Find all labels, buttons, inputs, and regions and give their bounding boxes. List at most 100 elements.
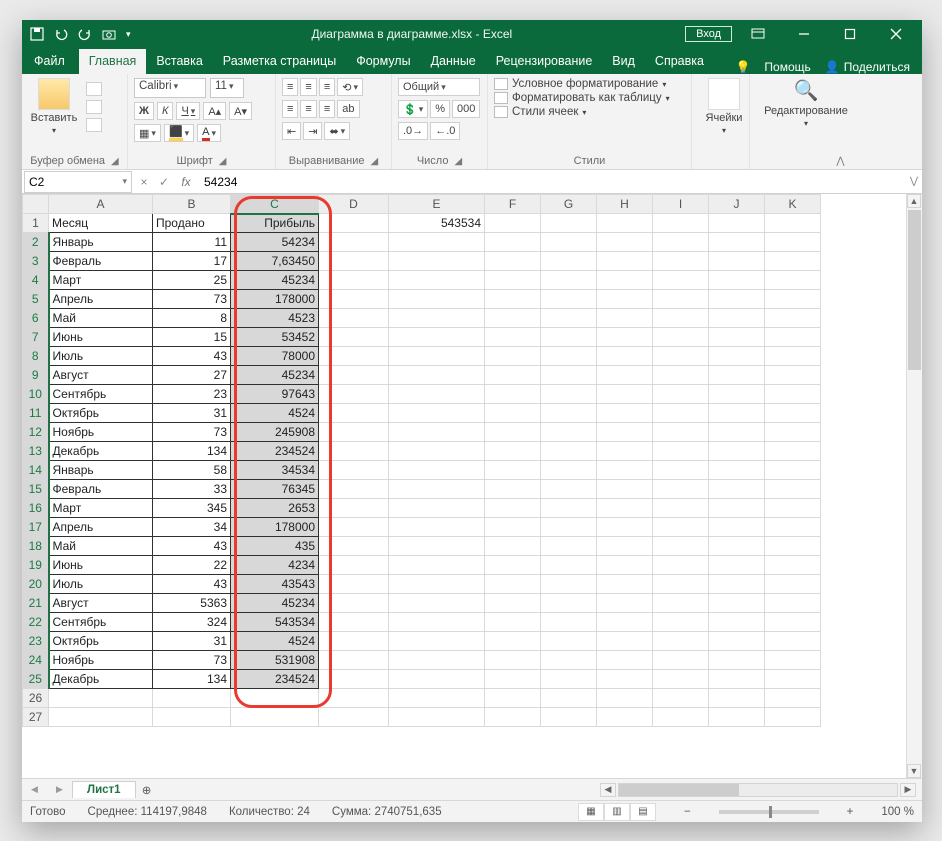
percent-icon[interactable]: % bbox=[430, 100, 450, 118]
vertical-scrollbar[interactable]: ▲ ▼ bbox=[906, 194, 922, 778]
cell[interactable] bbox=[765, 594, 821, 613]
cell[interactable] bbox=[389, 708, 485, 727]
cell[interactable]: 4523 bbox=[231, 309, 319, 328]
cell[interactable] bbox=[653, 708, 709, 727]
cells-button[interactable]: Ячейки ▾ bbox=[698, 78, 750, 135]
cell[interactable] bbox=[709, 594, 765, 613]
add-sheet-icon[interactable]: ⊕ bbox=[136, 783, 158, 797]
copy-icon[interactable] bbox=[86, 100, 102, 114]
cell[interactable] bbox=[597, 385, 653, 404]
cell[interactable] bbox=[319, 271, 389, 290]
ribbon-display-icon[interactable] bbox=[738, 20, 778, 48]
cell[interactable] bbox=[709, 461, 765, 480]
cell[interactable] bbox=[541, 537, 597, 556]
cell[interactable] bbox=[389, 404, 485, 423]
merge-icon[interactable]: ⬌ bbox=[324, 122, 350, 140]
cell[interactable] bbox=[765, 385, 821, 404]
row-header[interactable]: 4 bbox=[23, 271, 49, 290]
cell[interactable] bbox=[709, 575, 765, 594]
share-button[interactable]: 👤Поделиться bbox=[825, 60, 910, 74]
align-left-icon[interactable]: ≡ bbox=[282, 100, 298, 118]
cell[interactable]: 11 bbox=[153, 233, 231, 252]
view-normal-icon[interactable]: ▦ bbox=[578, 803, 604, 821]
select-all-corner[interactable] bbox=[23, 195, 49, 214]
cell[interactable]: 45234 bbox=[231, 271, 319, 290]
tab-данные[interactable]: Данные bbox=[421, 49, 486, 74]
align-right-icon[interactable]: ≡ bbox=[319, 100, 335, 118]
cell[interactable] bbox=[541, 214, 597, 233]
cell[interactable] bbox=[653, 651, 709, 670]
cell[interactable] bbox=[709, 290, 765, 309]
cell[interactable]: 43 bbox=[153, 537, 231, 556]
cell[interactable] bbox=[597, 480, 653, 499]
cell[interactable]: 78000 bbox=[231, 347, 319, 366]
format-painter-icon[interactable] bbox=[86, 118, 102, 132]
number-format-select[interactable]: Общий bbox=[398, 78, 480, 96]
cell[interactable] bbox=[709, 233, 765, 252]
cell[interactable] bbox=[485, 670, 541, 689]
qat-customize-icon[interactable]: ▾ bbox=[126, 29, 131, 40]
cell[interactable] bbox=[485, 404, 541, 423]
clipboard-launcher-icon[interactable]: ◢ bbox=[111, 156, 119, 167]
cell[interactable]: Месяц bbox=[49, 214, 153, 233]
cell[interactable]: 134 bbox=[153, 670, 231, 689]
row-header[interactable]: 11 bbox=[23, 404, 49, 423]
col-header-G[interactable]: G bbox=[541, 195, 597, 214]
cell[interactable]: 31 bbox=[153, 632, 231, 651]
cell[interactable] bbox=[485, 689, 541, 708]
cell[interactable] bbox=[389, 290, 485, 309]
scroll-right-icon[interactable]: ▶ bbox=[900, 783, 916, 797]
cell[interactable] bbox=[653, 347, 709, 366]
zoom-slider[interactable] bbox=[719, 810, 819, 814]
cell[interactable]: Март bbox=[49, 271, 153, 290]
cell[interactable] bbox=[597, 575, 653, 594]
row-header[interactable]: 8 bbox=[23, 347, 49, 366]
row-header[interactable]: 17 bbox=[23, 518, 49, 537]
increase-font-icon[interactable]: A▴ bbox=[203, 102, 226, 120]
cell[interactable] bbox=[389, 309, 485, 328]
cell[interactable] bbox=[765, 556, 821, 575]
cell[interactable] bbox=[389, 461, 485, 480]
underline-button[interactable]: Ч bbox=[176, 102, 200, 120]
cell[interactable]: 8 bbox=[153, 309, 231, 328]
row-header[interactable]: 22 bbox=[23, 613, 49, 632]
align-top-icon[interactable]: ≡ bbox=[282, 78, 298, 96]
cell[interactable] bbox=[541, 575, 597, 594]
cell[interactable] bbox=[485, 309, 541, 328]
cell[interactable]: 73 bbox=[153, 651, 231, 670]
zoom-out-icon[interactable]: − bbox=[678, 806, 697, 818]
cell[interactable]: 345 bbox=[153, 499, 231, 518]
cell[interactable] bbox=[597, 651, 653, 670]
cell[interactable] bbox=[319, 689, 389, 708]
cell[interactable] bbox=[485, 499, 541, 518]
row-header[interactable]: 2 bbox=[23, 233, 49, 252]
cell[interactable] bbox=[541, 556, 597, 575]
cell[interactable] bbox=[597, 309, 653, 328]
cell[interactable] bbox=[597, 214, 653, 233]
cell[interactable] bbox=[653, 404, 709, 423]
col-header-K[interactable]: K bbox=[765, 195, 821, 214]
tell-me[interactable]: 💡 bbox=[735, 60, 750, 74]
cell[interactable] bbox=[541, 670, 597, 689]
cell[interactable] bbox=[485, 385, 541, 404]
cell[interactable]: Ноябрь bbox=[49, 651, 153, 670]
sheet-nav-next-icon[interactable]: ► bbox=[54, 784, 65, 796]
cell[interactable] bbox=[319, 480, 389, 499]
col-header-H[interactable]: H bbox=[597, 195, 653, 214]
cell[interactable] bbox=[653, 575, 709, 594]
cell[interactable] bbox=[319, 233, 389, 252]
cell[interactable]: 4524 bbox=[231, 404, 319, 423]
cell[interactable]: Август bbox=[49, 594, 153, 613]
cell[interactable] bbox=[653, 366, 709, 385]
cell[interactable]: Январь bbox=[49, 233, 153, 252]
cell[interactable] bbox=[653, 632, 709, 651]
cell[interactable]: 22 bbox=[153, 556, 231, 575]
cell[interactable] bbox=[653, 480, 709, 499]
row-header[interactable]: 10 bbox=[23, 385, 49, 404]
cell[interactable]: Июль bbox=[49, 347, 153, 366]
cell[interactable] bbox=[653, 499, 709, 518]
row-header[interactable]: 13 bbox=[23, 442, 49, 461]
cell[interactable]: 33 bbox=[153, 480, 231, 499]
cell[interactable]: 4524 bbox=[231, 632, 319, 651]
cell[interactable]: Декабрь bbox=[49, 670, 153, 689]
